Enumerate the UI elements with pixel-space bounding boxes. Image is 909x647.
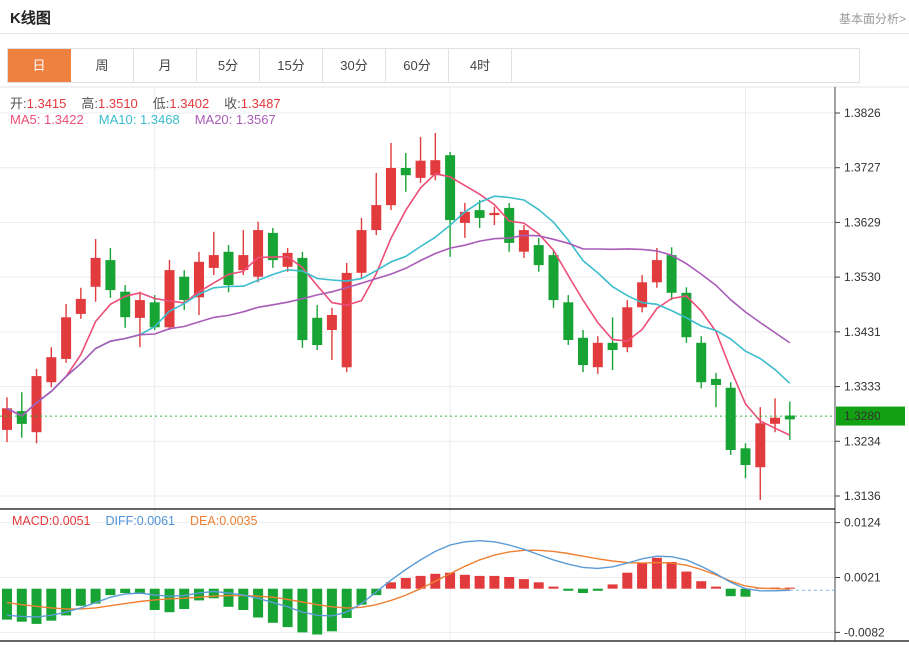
- open-value: 开:1.3415: [10, 93, 66, 112]
- svg-text:1.3826: 1.3826: [844, 106, 881, 120]
- svg-text:-0.0082: -0.0082: [844, 625, 885, 639]
- svg-text:1.3234: 1.3234: [844, 434, 881, 448]
- ohlc-readout: 开:1.3415 高:1.3510 低:1.3402 收:1.3487: [10, 93, 281, 112]
- macd-value: MACD:0.0051: [12, 514, 91, 528]
- low-value: 低:1.3402: [153, 93, 209, 112]
- ma5-value: MA5: 1.3422: [10, 112, 84, 127]
- dea-value: DEA:0.0035: [190, 514, 257, 528]
- candles: [2, 133, 795, 500]
- close-value: 收:1.3487: [224, 93, 280, 112]
- ma-legend: MA5: 1.3422 MA10: 1.3468 MA20: 1.3567: [10, 112, 276, 127]
- current-price-marker: 1.3280: [0, 407, 905, 426]
- svg-text:1.3530: 1.3530: [844, 270, 881, 284]
- svg-text:1.3136: 1.3136: [844, 489, 881, 503]
- high-value: 高:1.3510: [81, 93, 137, 112]
- ma20-value: MA20: 1.3567: [195, 112, 276, 127]
- svg-text:1.3431: 1.3431: [844, 325, 881, 339]
- svg-text:1.3629: 1.3629: [844, 215, 881, 229]
- diff-value: DIFF:0.0061: [106, 514, 175, 528]
- ma10-value: MA10: 1.3468: [99, 112, 180, 127]
- svg-text:0.0021: 0.0021: [844, 571, 881, 585]
- svg-text:1.3280: 1.3280: [844, 409, 881, 423]
- svg-text:1.3727: 1.3727: [844, 161, 881, 175]
- macd-histogram: [2, 558, 795, 635]
- svg-text:1.3333: 1.3333: [844, 380, 881, 394]
- svg-text:0.0124: 0.0124: [844, 516, 881, 530]
- macd-legend: MACD:0.0051 DIFF:0.0061 DEA:0.0035: [12, 514, 257, 528]
